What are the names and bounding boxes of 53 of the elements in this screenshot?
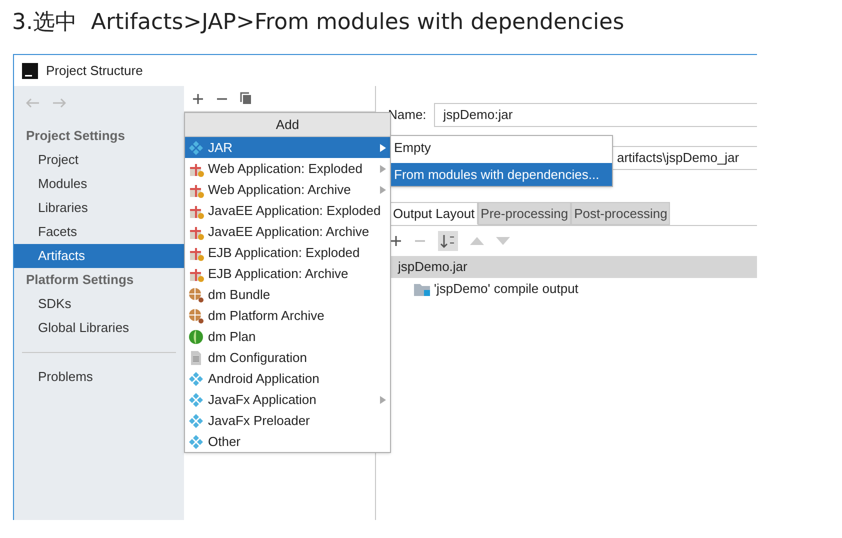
sidebar-item[interactable]: Modules — [14, 172, 184, 196]
tab[interactable]: Pre-processing — [478, 202, 572, 225]
app-logo-icon — [22, 62, 38, 78]
tab[interactable]: Post-processing — [571, 202, 670, 225]
tree-row[interactable]: 'jspDemo' compile output — [390, 278, 757, 300]
window-title: Project Structure — [46, 62, 143, 80]
menu-item[interactable]: JavaEE Application: Archive — [185, 221, 390, 242]
folder-icon — [414, 282, 430, 296]
menu-item[interactable]: From modules with dependencies... — [391, 163, 612, 186]
menu-item[interactable]: JAR — [185, 137, 390, 158]
sidebar-item[interactable]: Global Libraries — [14, 316, 184, 340]
tree-label: 'jspDemo' compile output — [434, 280, 578, 298]
menu-item[interactable]: EJB Application: Exploded — [185, 242, 390, 263]
menu-item[interactable]: Web Application: Archive — [185, 179, 390, 200]
tab[interactable]: Output Layout — [390, 202, 478, 225]
document-icon — [188, 350, 204, 366]
diamond-icon — [188, 412, 204, 428]
name-field[interactable]: jspDemo:jar — [434, 103, 757, 127]
sort-icon[interactable] — [438, 231, 458, 251]
menu-item[interactable]: dm Plan — [185, 326, 390, 347]
diamond-icon — [188, 140, 204, 156]
menu-item[interactable]: JavaFx Preloader — [185, 410, 390, 431]
tree-row[interactable]: jspDemo.jar — [390, 256, 757, 278]
menu-item[interactable]: dm Platform Archive — [185, 305, 390, 326]
section-heading: Project Settings — [25, 127, 126, 146]
globe-icon — [188, 308, 204, 324]
sidebar-item[interactable]: Artifacts — [14, 244, 184, 268]
sidebar-item[interactable]: Project — [14, 148, 184, 172]
menu-title: Add — [185, 113, 390, 137]
globe-icon — [188, 286, 204, 302]
diamond-icon — [188, 434, 204, 450]
menu-item[interactable]: Empty — [391, 136, 612, 159]
add-icon[interactable] — [192, 92, 204, 104]
section-heading: Platform Settings — [25, 271, 135, 290]
sidebar-item[interactable]: Problems — [14, 365, 184, 389]
copy-icon[interactable] — [240, 92, 252, 105]
diamond-icon — [188, 392, 204, 408]
menu-item[interactable]: Other — [185, 431, 390, 452]
tree-label: jspDemo.jar — [398, 258, 468, 276]
menu-item[interactable]: Android Application — [185, 368, 390, 389]
menu-item[interactable]: dm Bundle — [185, 284, 390, 305]
menu-item[interactable]: EJB Application: Archive — [185, 263, 390, 284]
sidebar-item[interactable]: Facets — [14, 220, 184, 244]
menu-item[interactable]: JavaFx Application — [185, 389, 390, 410]
sidebar-item[interactable]: SDKs — [14, 292, 184, 316]
diamond-icon — [188, 370, 204, 386]
sidebar-item[interactable]: Libraries — [14, 196, 184, 220]
menu-item[interactable]: JavaEE Application: Exploded — [185, 200, 390, 221]
add-icon[interactable] — [390, 235, 402, 247]
menu-item[interactable]: dm Configuration — [185, 347, 390, 368]
menu-item[interactable]: Web Application: Exploded — [185, 158, 390, 179]
step-heading: 3.选中 Artifacts>JAP>From modules with dependencies — [11, 9, 626, 37]
leaf-icon — [188, 328, 204, 344]
